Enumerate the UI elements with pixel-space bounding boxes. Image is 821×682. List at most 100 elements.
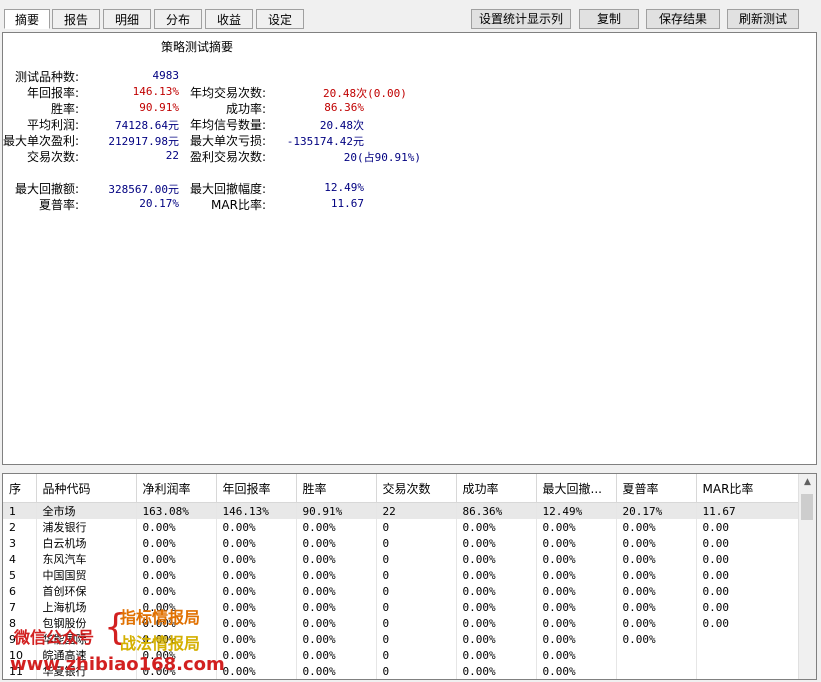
table-cell: 12.49% xyxy=(536,502,617,519)
table-cell: 0.00 xyxy=(696,519,801,535)
table-cell: 0.00 xyxy=(696,535,801,551)
table-cell: 0.00% xyxy=(216,647,297,663)
vertical-scrollbar[interactable]: ▲ xyxy=(798,474,816,679)
annual-return-label: 年回报率: xyxy=(26,86,79,100)
table-cell: 0.00% xyxy=(216,615,297,631)
table-cell: 7 xyxy=(3,599,37,615)
avg-signals-value: 20.48次 xyxy=(319,119,364,132)
set-columns-button[interactable]: 设置统计显示列 xyxy=(471,9,571,29)
table-cell: 0 xyxy=(376,599,457,615)
tab-returns[interactable]: 收益 xyxy=(205,9,253,29)
scroll-up-arrow-icon[interactable]: ▲ xyxy=(799,474,816,491)
table-row[interactable]: 2 浦发银行 0.00% 0.00% 0.00% 0 0.00% 0.00% 0.00% 0.00 xyxy=(3,519,801,535)
table-cell: 20.17% xyxy=(616,502,697,519)
table-cell: 0.00% xyxy=(136,663,217,679)
table-row[interactable]: 5 中国国贸 0.00% 0.00% 0.00% 0 0.00% 0.00% 0.00% 0.00 xyxy=(3,567,801,583)
table-cell: 浦发银行 xyxy=(36,519,137,535)
column-header[interactable]: 夏普率 xyxy=(616,474,697,503)
avg-profit-label: 平均利润: xyxy=(26,118,79,132)
column-header[interactable]: 品种代码 xyxy=(36,474,137,503)
profit-trades-value: 20(占90.91%) xyxy=(343,151,421,164)
table-cell: 0.00% xyxy=(136,599,217,615)
table-cell: 8 xyxy=(3,615,37,631)
table-cell: 0 xyxy=(376,535,457,551)
table-cell: 0.00% xyxy=(536,519,617,535)
column-header[interactable]: 净利润率 xyxy=(136,474,217,503)
tab-summary[interactable]: 摘要 xyxy=(4,9,50,29)
table-cell: 0.00% xyxy=(616,599,697,615)
table-cell: 22 xyxy=(376,502,457,519)
table-row[interactable]: 4 东风汽车 0.00% 0.00% 0.00% 0 0.00% 0.00% 0.00% 0.00 xyxy=(3,551,801,567)
column-header[interactable]: 年回报率 xyxy=(216,474,297,503)
table-cell: 0 xyxy=(376,583,457,599)
table-row[interactable]: 6 首创环保 0.00% 0.00% 0.00% 0 0.00% 0.00% 0.00% 0.00 xyxy=(3,583,801,599)
table-cell: 0.00% xyxy=(296,567,377,583)
table-cell: 0.00 xyxy=(696,583,801,599)
table-cell: 0.00% xyxy=(616,615,697,631)
avg-profit-value: 74128.64元 xyxy=(115,119,179,132)
table-cell: 0.00% xyxy=(216,535,297,551)
annual-return-value: 146.13% xyxy=(132,85,179,98)
copy-button[interactable]: 复制 xyxy=(579,9,639,29)
tab-detail[interactable]: 明细 xyxy=(103,9,151,29)
refresh-test-button[interactable]: 刷新测试 xyxy=(727,9,799,29)
column-header[interactable]: 胜率 xyxy=(296,474,377,503)
max-single-loss-label: 最大单次亏损: xyxy=(189,134,266,148)
table-row[interactable]: 8 包钢股份 0.00% 0.00% 0.00% 0 0.00% 0.00% 0.00% 0.00 xyxy=(3,615,801,631)
trades-label: 交易次数: xyxy=(26,150,79,164)
mar-value: 11.67 xyxy=(330,197,364,210)
table-row[interactable]: 10 皖通高速 0.00% 0.00% 0.00% 0 0.00% 0.00% xyxy=(3,647,801,663)
table-cell: 华夏银行 xyxy=(36,663,137,679)
table-row[interactable]: 1 全市场 163.08% 146.13% 90.91% 22 86.36% 12.49% 20… xyxy=(3,502,801,519)
table-cell: 0.00% xyxy=(136,519,217,535)
column-header[interactable]: 成功率 xyxy=(456,474,537,503)
instruments-value: 4983 xyxy=(152,69,180,82)
max-single-profit-value: 212917.98元 xyxy=(108,135,179,148)
table-cell: 上海机场 xyxy=(36,599,137,615)
column-header[interactable]: 序 xyxy=(3,474,37,503)
table-cell: 0.00% xyxy=(136,631,217,647)
table-cell: 0.00% xyxy=(616,519,697,535)
table-cell: 包钢股份 xyxy=(36,615,137,631)
avg-signals-label: 年均信号数量: xyxy=(189,118,266,132)
table-row[interactable]: 11 华夏银行 0.00% 0.00% 0.00% 0 0.00% 0.00% xyxy=(3,663,801,679)
column-header[interactable]: MAR比率 xyxy=(696,474,801,503)
table-cell: 0 xyxy=(376,519,457,535)
table-cell: 0.00% xyxy=(456,631,537,647)
table-cell: 0.00% xyxy=(536,583,617,599)
table-header-row: 序 品种代码 净利润率 年回报率 胜率 交易次数 成功率 最大回撤... 夏普率… xyxy=(3,474,801,503)
table-cell: 0 xyxy=(376,615,457,631)
table-cell: 0.00% xyxy=(536,615,617,631)
table-cell: 0.00% xyxy=(296,631,377,647)
max-drawdown-amount-value: 328567.00元 xyxy=(108,183,179,196)
sharpe-value: 20.17% xyxy=(139,197,179,210)
table-cell: 0.00% xyxy=(456,663,537,679)
table-cell: 0.00% xyxy=(536,599,617,615)
table-cell: 东风汽车 xyxy=(36,551,137,567)
table-cell: 首创环保 xyxy=(36,583,137,599)
table-cell: 0.00% xyxy=(456,647,537,663)
table-cell: 白云机场 xyxy=(36,535,137,551)
tab-distribution[interactable]: 分布 xyxy=(154,9,202,29)
table-cell: 3 xyxy=(3,535,37,551)
table-cell: 0 xyxy=(376,567,457,583)
column-header[interactable]: 交易次数 xyxy=(376,474,457,503)
table-cell: 0.00% xyxy=(536,535,617,551)
tab-settings[interactable]: 设定 xyxy=(256,9,304,29)
table-cell: 0 xyxy=(376,647,457,663)
table-row[interactable]: 3 白云机场 0.00% 0.00% 0.00% 0 0.00% 0.00% 0.00% 0.00 xyxy=(3,535,801,551)
table-cell: 华能国际 xyxy=(36,631,137,647)
table-row[interactable]: 7 上海机场 0.00% 0.00% 0.00% 0 0.00% 0.00% 0.00% 0.00 xyxy=(3,599,801,615)
table-cell: 0.00 xyxy=(696,551,801,567)
table-cell: 0.00 xyxy=(696,599,801,615)
table-row[interactable]: 9 华能国际 0.00% 0.00% 0.00% 0 0.00% 0.00% 0.00% xyxy=(3,631,801,647)
table-cell: 0.00% xyxy=(536,567,617,583)
save-results-button[interactable]: 保存结果 xyxy=(646,9,720,29)
column-header[interactable]: 最大回撤... xyxy=(536,474,617,503)
table-cell: 0.00% xyxy=(616,583,697,599)
table-cell: 146.13% xyxy=(216,502,297,519)
success-rate-value: 86.36% xyxy=(324,101,364,114)
table-cell: 0.00% xyxy=(616,631,697,647)
scroll-thumb[interactable] xyxy=(801,494,813,520)
tab-report[interactable]: 报告 xyxy=(52,9,100,29)
